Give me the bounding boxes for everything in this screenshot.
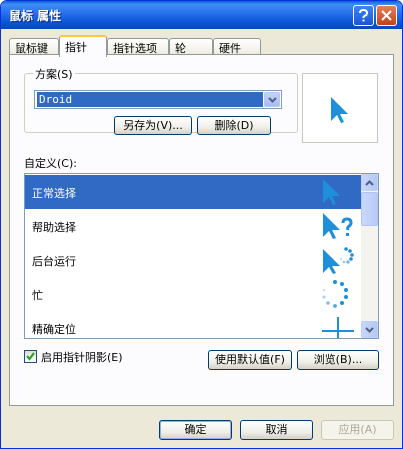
customize-label: 自定义(C):	[24, 157, 77, 170]
pointer-shadow-label: 启用指针阴影(E)	[41, 351, 123, 364]
crosshair-cursor-icon	[322, 317, 354, 338]
apply-button[interactable]: 应用(A)	[321, 420, 394, 440]
chevron-down-icon	[267, 96, 277, 103]
arrow-cursor-icon	[331, 97, 348, 123]
chevron-up-icon	[365, 179, 374, 186]
list-item[interactable]: 正常选择	[25, 175, 361, 209]
browse-button[interactable]: 浏览(B)...	[297, 350, 379, 370]
dropdown-button[interactable]	[264, 92, 280, 107]
scheme-dropdown[interactable]: Droid	[34, 90, 282, 109]
list-item[interactable]: 帮助选择	[25, 209, 361, 243]
delete-button[interactable]: 删除(D)	[197, 116, 271, 135]
busy-cursor-icon	[322, 280, 348, 308]
cursor-list[interactable]: 正常选择 帮助选择 后台运行 忙 精确定位	[24, 173, 379, 339]
arrow-cursor-icon	[323, 179, 340, 205]
use-default-button[interactable]: 使用默认值(F)	[208, 350, 292, 370]
list-item-label: 精确定位	[32, 323, 76, 336]
list-item[interactable]: 忙	[25, 277, 361, 311]
close-button[interactable]	[376, 5, 397, 26]
tab-panel-pointers: 方案(S) Droid 另存为(V)... 删除(D) 自定义(C): 正常选择	[9, 54, 394, 406]
help-cursor-icon	[323, 213, 353, 239]
window-title: 鼠标 属性	[9, 9, 62, 23]
scheme-label: 方案(S)	[33, 66, 75, 82]
list-item[interactable]: 后台运行	[25, 243, 361, 277]
scheme-selected-value: Droid	[37, 92, 263, 107]
mouse-properties-window: 鼠标 属性 鼠标键 指针 指针选项 轮 硬件 方案(S) Droid 另存为(V…	[0, 0, 403, 449]
pointer-shadow-checkbox[interactable]	[24, 350, 37, 363]
question-mark-icon	[359, 9, 369, 22]
checkmark-icon	[26, 352, 35, 361]
working-in-background-cursor-icon	[323, 247, 354, 274]
scroll-thumb[interactable]	[361, 192, 378, 226]
list-item-label: 忙	[32, 289, 43, 302]
scroll-down-button[interactable]	[361, 321, 378, 338]
scroll-up-button[interactable]	[361, 174, 378, 191]
close-x-icon	[381, 10, 392, 21]
scheme-group: 方案(S) Droid 另存为(V)... 删除(D)	[24, 66, 298, 135]
ok-button[interactable]: 确定	[159, 420, 232, 440]
list-item[interactable]: 精确定位	[25, 311, 361, 338]
vertical-scrollbar[interactable]	[361, 174, 378, 338]
cursor-preview	[302, 73, 378, 143]
title-bar[interactable]: 鼠标 属性	[1, 1, 402, 29]
tab-pointers[interactable]: 指针	[59, 35, 107, 57]
list-item-label: 正常选择	[32, 187, 76, 200]
save-as-button[interactable]: 另存为(V)...	[114, 116, 192, 135]
list-item-label: 帮助选择	[32, 221, 76, 234]
list-item-label: 后台运行	[32, 255, 76, 268]
help-button[interactable]	[353, 5, 374, 26]
cancel-button[interactable]: 取消	[240, 420, 313, 440]
chevron-down-icon	[365, 326, 374, 333]
